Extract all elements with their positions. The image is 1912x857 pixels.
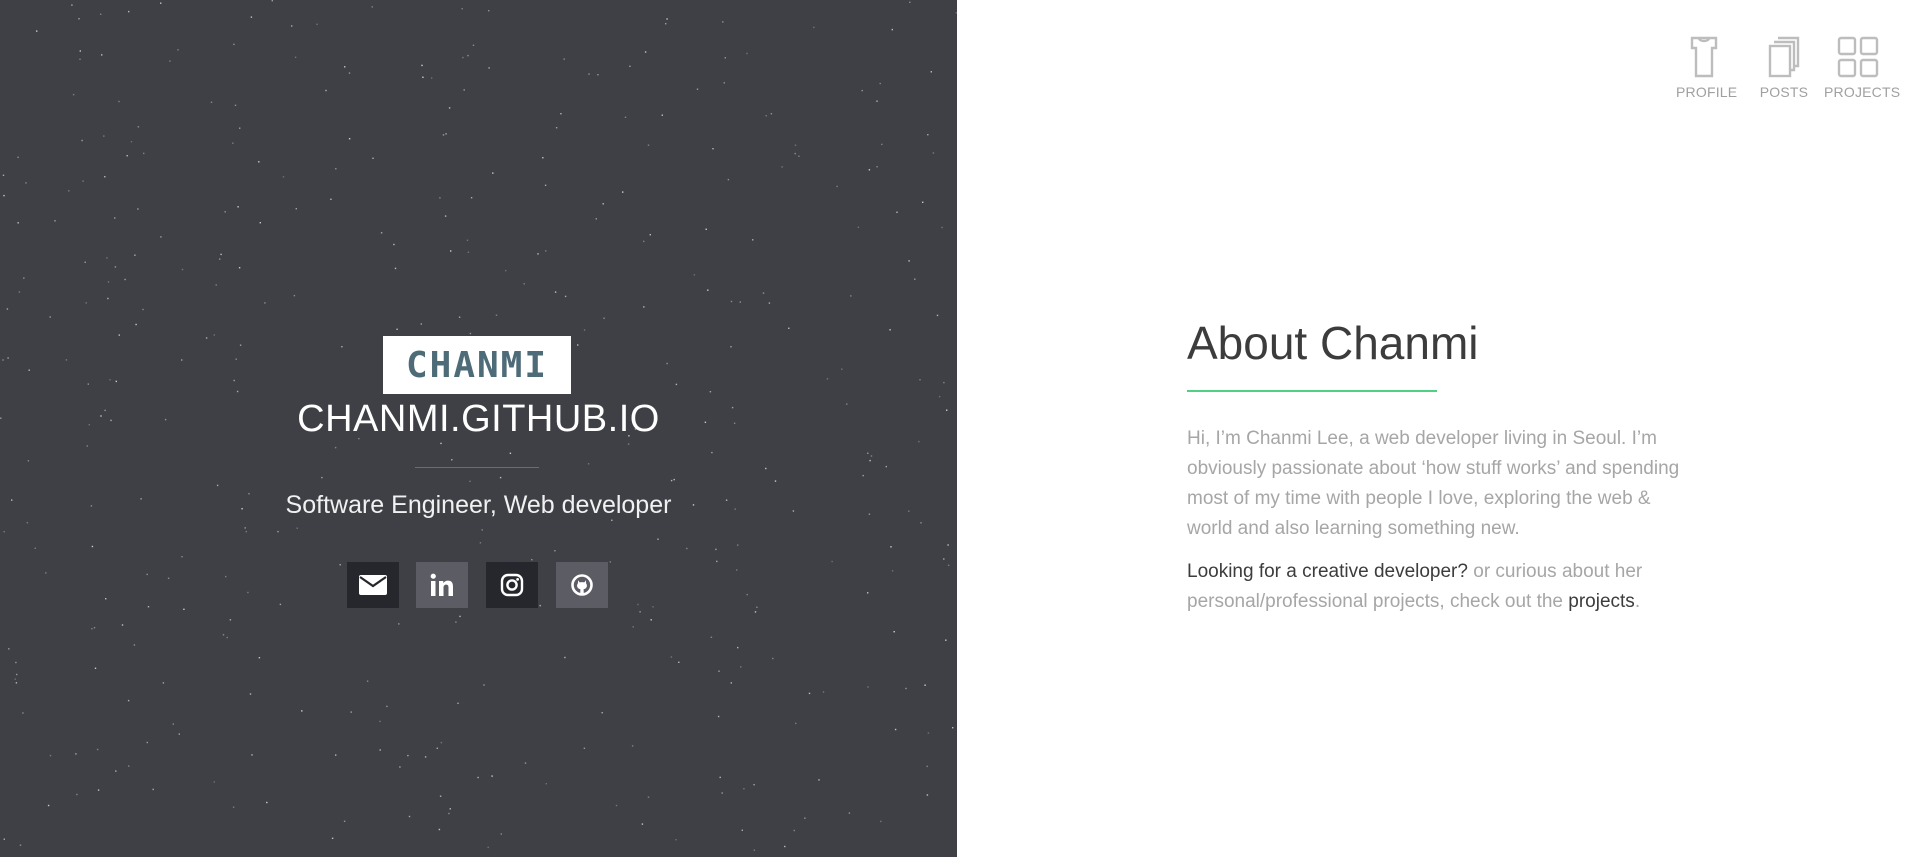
email-button[interactable] <box>347 562 399 608</box>
site-title: CHANMI.GITHUB.IO <box>297 398 660 440</box>
hero-panel: CHANMI CHANMI.GITHUB.IO Software Enginee… <box>0 0 957 857</box>
about-paragraph-projects: Looking for a creative developer? or cur… <box>1187 557 1687 617</box>
projects-link[interactable]: projects <box>1568 591 1635 612</box>
creative-developer-link[interactable]: Looking for a creative developer? <box>1187 561 1468 582</box>
about-title-underline <box>1187 390 1437 392</box>
nav-projects[interactable]: PROJECTS <box>1824 36 1901 100</box>
nav-profile[interactable]: PROFILE <box>1676 36 1738 100</box>
logo-text: CHANMI <box>405 344 549 386</box>
hero-content: CHANMI CHANMI.GITHUB.IO Software Enginee… <box>0 0 957 857</box>
logo: CHANMI <box>383 336 571 394</box>
nav-posts[interactable]: POSTS <box>1756 36 1812 100</box>
grid-icon <box>1837 36 1879 78</box>
nav-posts-label: POSTS <box>1759 84 1809 100</box>
instagram-icon <box>500 573 524 597</box>
hero-divider <box>415 467 539 468</box>
github-button[interactable] <box>556 562 608 608</box>
linkedin-icon <box>430 573 453 596</box>
github-icon <box>571 574 593 596</box>
envelope-icon <box>359 575 387 595</box>
nav-projects-label: PROJECTS <box>1824 84 1901 100</box>
about-paragraph-projects-end: . <box>1634 591 1641 612</box>
shirt-icon <box>1690 36 1718 78</box>
hero-subtitle: Software Engineer, Web developer <box>285 491 672 519</box>
nav-profile-label: PROFILE <box>1676 84 1738 100</box>
linkedin-button[interactable] <box>416 562 468 608</box>
documents-icon <box>1768 36 1800 78</box>
about-title: About Chanmi <box>1187 317 1479 369</box>
instagram-button[interactable] <box>486 562 538 608</box>
about-paragraph-intro: Hi, I’m Chanmi Lee, a web developer livi… <box>1187 428 1680 539</box>
